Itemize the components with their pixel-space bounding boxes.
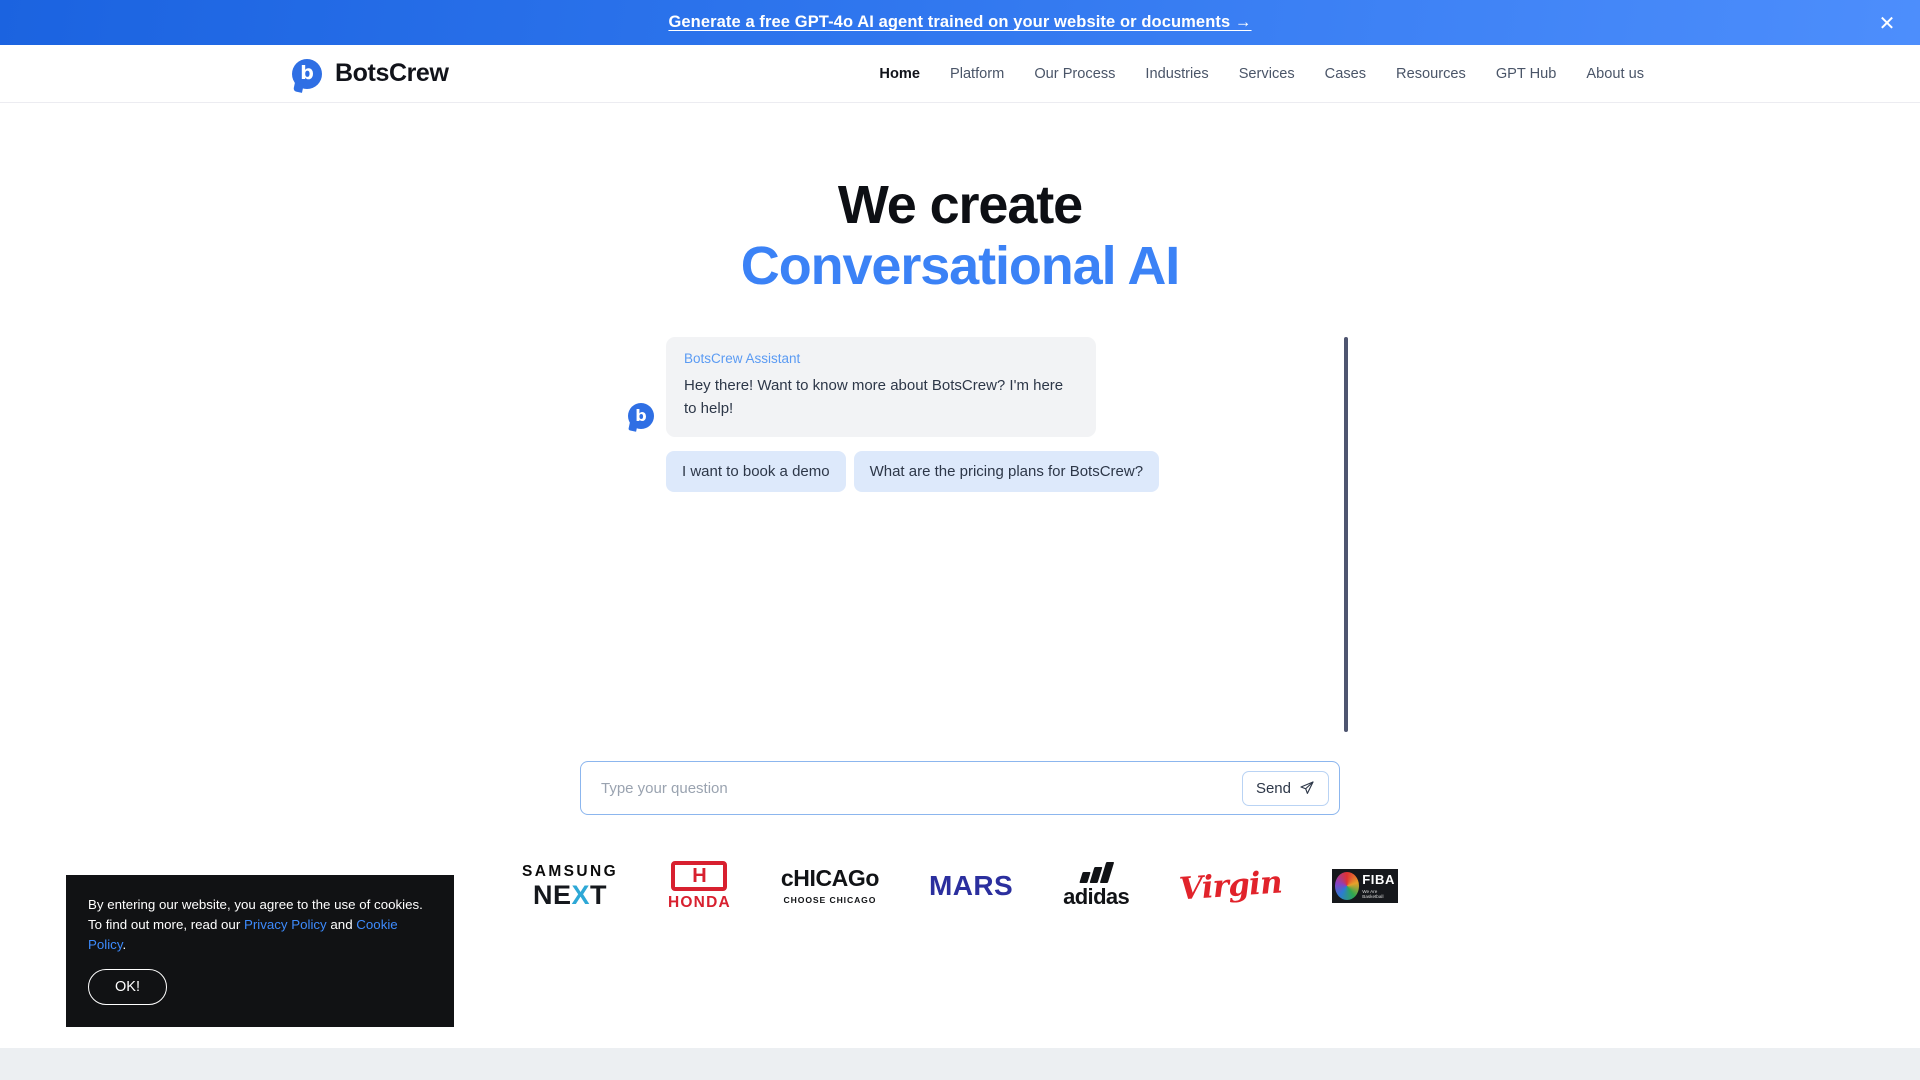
fiba-box: FIBA We Are Basketball (1332, 869, 1398, 904)
privacy-policy-link[interactable]: Privacy Policy (244, 917, 327, 932)
fiba-tagline: We Are Basketball (1362, 889, 1384, 900)
paper-plane-icon (1300, 781, 1314, 794)
nav-item-industries[interactable]: Industries (1145, 66, 1208, 82)
quick-reply-book-demo[interactable]: I want to book a demo (666, 450, 846, 492)
chicago-tagline: CHOOSE CHICAGO (783, 895, 877, 906)
page-title: We create Conversational AI (0, 175, 1920, 297)
close-icon[interactable]: ✕ (1874, 10, 1900, 36)
cookie-accept-button[interactable]: OK! (88, 969, 167, 1005)
logo-choose-chicago: cHICAGo CHOOSE CHICAGO (780, 859, 880, 913)
promo-banner: Generate a free GPT-4o AI agent trained … (0, 0, 1920, 45)
brand-logo[interactable]: b BotsCrew (292, 58, 449, 89)
chat-message-bot: b BotsCrew Assistant Hey there! Want to … (628, 337, 1340, 437)
nav-item-about-us[interactable]: About us (1586, 66, 1644, 82)
cookie-line-2-mid: and (326, 917, 357, 933)
logo-honda: H HONDA (668, 859, 731, 913)
nav-item-our-process[interactable]: Our Process (1034, 66, 1115, 82)
fiba-wordmark: FIBA (1362, 872, 1395, 888)
cookie-line-2-pre: To find out more, read our (88, 917, 244, 933)
honda-h-letter: H (692, 864, 707, 887)
site-header: b BotsCrew Home Platform Our Process Ind… (0, 45, 1920, 103)
logo-adidas: adidas (1063, 859, 1130, 913)
message-text: Hey there! Want to know more about BotsC… (684, 377, 1064, 417)
cookie-line-1: By entering our website, you agree to th… (88, 897, 423, 913)
chicago-wordmark: cHICAGo (780, 865, 880, 892)
nav-item-resources[interactable]: Resources (1396, 66, 1466, 82)
send-button[interactable]: Send (1241, 770, 1329, 806)
hero-line-1: We create (837, 175, 1083, 235)
nav-item-gpt-hub[interactable]: GPT Hub (1496, 66, 1557, 82)
client-logos: SAMSUNG NEXT H HONDA cHICAGo CHOOSE CHIC… (522, 859, 1398, 913)
chat-input[interactable] (601, 779, 1242, 797)
nav-item-home[interactable]: Home (879, 66, 920, 82)
cookie-text: By entering our website, you agree to th… (88, 895, 432, 955)
adidas-stripes-icon (1079, 862, 1115, 884)
honda-h-icon: H (671, 860, 728, 891)
nav-item-services[interactable]: Services (1239, 66, 1295, 82)
next-x-mark: X (571, 880, 591, 911)
adidas-wordmark: adidas (1063, 884, 1130, 910)
logo-virgin: Virgin (1178, 859, 1284, 913)
botscrew-bubble-icon: b (292, 58, 322, 89)
quick-reply-pricing-plans[interactable]: What are the pricing plans for BotsCrew? (853, 450, 1160, 492)
promo-banner-link[interactable]: Generate a free GPT-4o AI agent trained … (668, 13, 1251, 32)
avatar-letter: b (635, 405, 647, 425)
next-part-a: NE (533, 880, 572, 911)
samsung-wordmark: SAMSUNG (522, 863, 619, 881)
send-button-label: Send (1255, 779, 1291, 797)
main-nav: Home Platform Our Process Industries Ser… (879, 66, 1872, 82)
virgin-wordmark: Virgin (1178, 864, 1284, 908)
brand-mark-letter: b (300, 62, 314, 84)
cookie-line-2-end: . (122, 937, 127, 953)
next-part-b: T (590, 880, 608, 911)
chat-scrollbar[interactable] (1344, 337, 1348, 733)
basketball-icon (1335, 872, 1360, 901)
cookie-consent-banner: By entering our website, you agree to th… (66, 875, 454, 1027)
fiba-text: FIBA We Are Basketball (1362, 873, 1395, 899)
message-bubble: BotsCrew Assistant Hey there! Want to kn… (666, 337, 1096, 437)
chat-widget: b BotsCrew Assistant Hey there! Want to … (522, 337, 1398, 913)
honda-wordmark: HONDA (668, 893, 731, 911)
chat-thread: b BotsCrew Assistant Hey there! Want to … (580, 337, 1340, 637)
brand-name: BotsCrew (335, 59, 449, 87)
logo-mars: MARS (929, 859, 1013, 913)
hero-line-2: Conversational AI (740, 236, 1181, 297)
bottom-section (0, 1048, 1920, 1080)
quick-replies: I want to book a demo What are the prici… (628, 450, 1340, 492)
next-wordmark: NEXT (533, 882, 607, 909)
avatar: b (628, 402, 654, 429)
nav-item-platform[interactable]: Platform (950, 66, 1004, 82)
logo-samsung-next: SAMSUNG NEXT (522, 859, 618, 913)
message-sender: BotsCrew Assistant (684, 351, 801, 367)
chat-composer: Send (580, 761, 1340, 816)
nav-item-cases[interactable]: Cases (1325, 66, 1366, 82)
logo-fiba: FIBA We Are Basketball (1332, 859, 1398, 913)
hero-section: We create Conversational AI (0, 103, 1920, 297)
mars-wordmark: MARS (929, 870, 1014, 902)
